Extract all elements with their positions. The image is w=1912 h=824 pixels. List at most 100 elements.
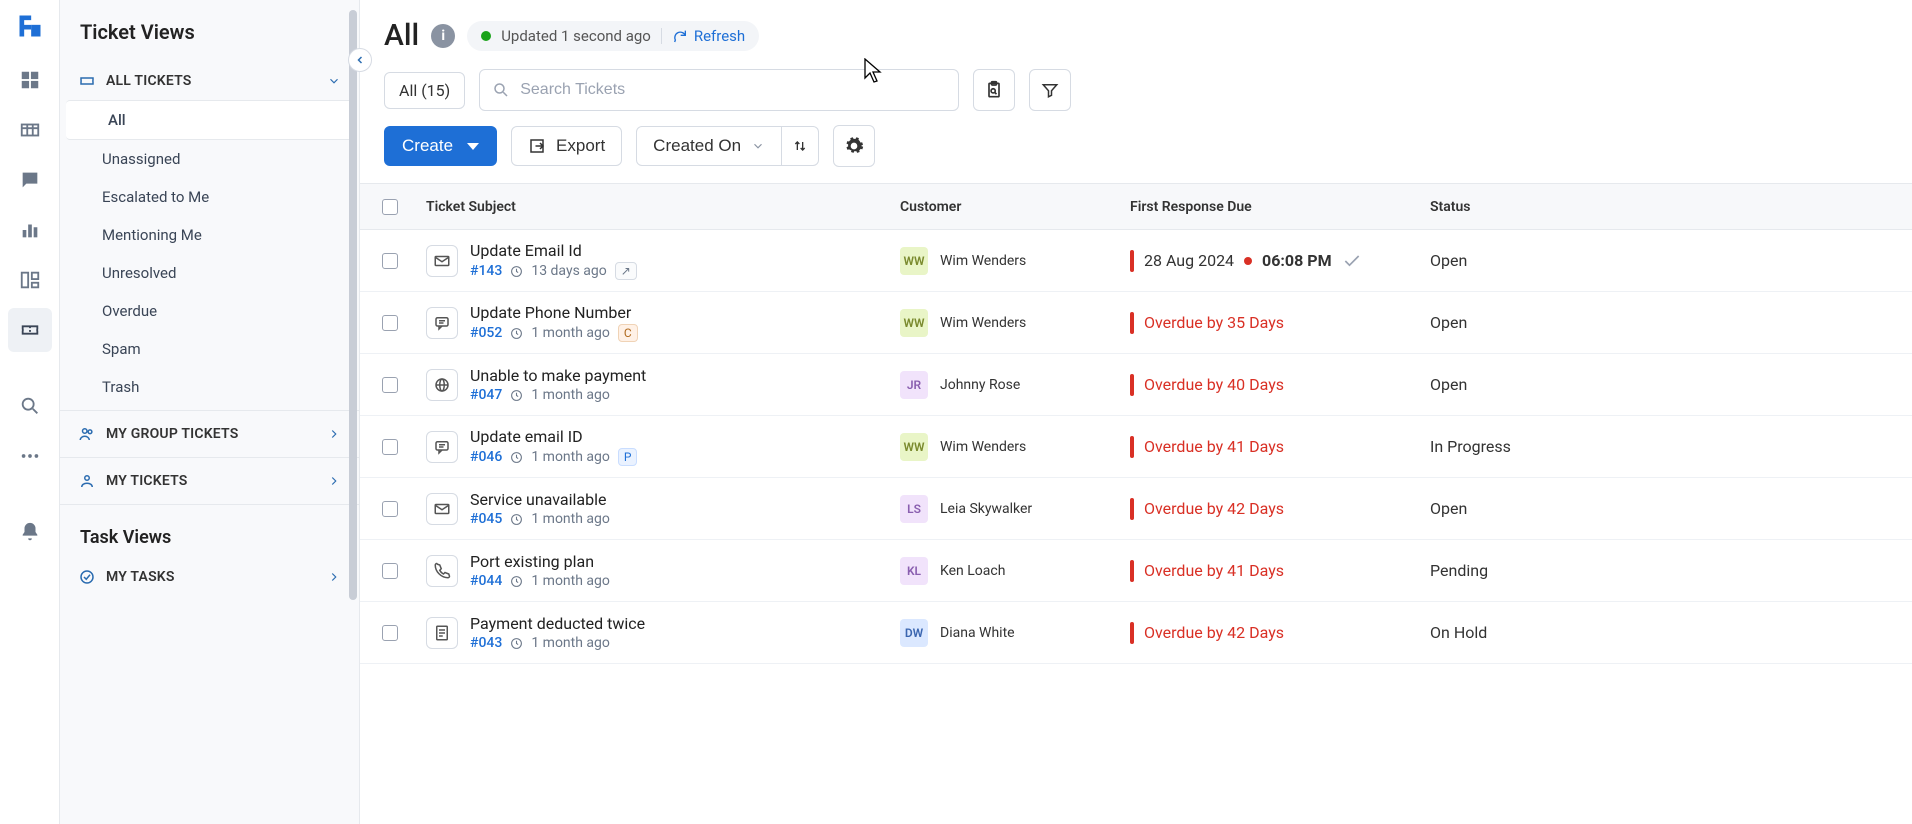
ticket-subject[interactable]: Update email ID xyxy=(470,427,637,446)
ticket-age: 1 month ago xyxy=(531,573,610,589)
filter-button[interactable] xyxy=(1029,69,1071,111)
chevron-down-icon xyxy=(327,74,341,88)
due-cell: 28 Aug 2024 06:08 PM xyxy=(1130,250,1430,272)
collapse-sidebar-button[interactable] xyxy=(348,48,372,72)
info-icon[interactable]: i xyxy=(431,24,455,48)
nav-more-icon[interactable] xyxy=(8,434,52,478)
table-row[interactable]: Service unavailable #045 1 month ago LS … xyxy=(360,478,1912,540)
due-text: Overdue by 41 Days xyxy=(1144,561,1284,580)
sidebar-item-overdue[interactable]: Overdue xyxy=(60,292,359,330)
export-icon xyxy=(528,137,546,155)
ticket-subject[interactable]: Update Email Id xyxy=(470,241,637,260)
col-customer[interactable]: Customer xyxy=(900,199,1130,215)
customer-name[interactable]: Wim Wenders xyxy=(940,439,1026,455)
nav-chat-icon[interactable] xyxy=(8,158,52,202)
customer-name[interactable]: Wim Wenders xyxy=(940,253,1026,269)
sidebar-item-unresolved[interactable]: Unresolved xyxy=(60,254,359,292)
table-row[interactable]: Port existing plan #044 1 month ago KL K… xyxy=(360,540,1912,602)
sort-direction-button[interactable] xyxy=(782,126,819,166)
sidebar-item-trash[interactable]: Trash xyxy=(60,368,359,406)
row-checkbox[interactable] xyxy=(382,315,398,331)
sidebar-item-mentioning[interactable]: Mentioning Me xyxy=(60,216,359,254)
customer-cell: WW Wim Wenders xyxy=(900,247,1130,275)
avatar: DW xyxy=(900,619,928,647)
sidebar-item-spam[interactable]: Spam xyxy=(60,330,359,368)
divider xyxy=(60,504,359,505)
due-cell: Overdue by 41 Days xyxy=(1130,436,1430,458)
col-subject[interactable]: Ticket Subject xyxy=(420,199,900,215)
nav-notifications-icon[interactable] xyxy=(8,510,52,554)
group-my-group-tickets[interactable]: MY GROUP TICKETS xyxy=(60,415,359,453)
customer-name[interactable]: Wim Wenders xyxy=(940,315,1026,331)
row-checkbox[interactable] xyxy=(382,501,398,517)
ticket-subject[interactable]: Port existing plan xyxy=(470,552,610,571)
subject-cell: Unable to make payment #047 1 month ago xyxy=(420,366,900,403)
customer-cell: LS Leia Skywalker xyxy=(900,495,1130,523)
clipboard-search-button[interactable] xyxy=(973,69,1015,111)
clock-icon xyxy=(510,451,523,464)
main-panel: All i Updated 1 second ago Refresh All (… xyxy=(360,0,1912,824)
customer-name[interactable]: Diana White xyxy=(940,625,1015,641)
settings-button[interactable] xyxy=(833,125,875,167)
nav-dashboard-icon[interactable] xyxy=(8,58,52,102)
table-row[interactable]: Payment deducted twice #043 1 month ago … xyxy=(360,602,1912,664)
status-cell: Pending xyxy=(1430,561,1590,580)
due-time: 06:08 PM xyxy=(1262,251,1332,270)
subject-cell: Update Phone Number #052 1 month ago C xyxy=(420,303,900,342)
nav-layout-icon[interactable] xyxy=(8,258,52,302)
table-row[interactable]: Update Email Id #143 13 days ago ↗ WW Wi… xyxy=(360,230,1912,292)
ticket-id[interactable]: #052 xyxy=(470,325,502,341)
sidebar-item-unassigned[interactable]: Unassigned xyxy=(60,140,359,178)
refresh-button[interactable]: Refresh xyxy=(672,27,745,45)
ticket-id[interactable]: #046 xyxy=(470,449,502,465)
ticket-id[interactable]: #143 xyxy=(470,263,502,279)
row-checkbox[interactable] xyxy=(382,377,398,393)
table-row[interactable]: Unable to make payment #047 1 month ago … xyxy=(360,354,1912,416)
due-text: Overdue by 40 Days xyxy=(1144,375,1284,394)
ticket-subject[interactable]: Unable to make payment xyxy=(470,366,646,385)
ticket-subject[interactable]: Payment deducted twice xyxy=(470,614,645,633)
table-row[interactable]: Update Phone Number #052 1 month ago C W… xyxy=(360,292,1912,354)
customer-name[interactable]: Ken Loach xyxy=(940,563,1005,579)
create-button[interactable]: Create xyxy=(384,126,497,166)
group-my-tickets[interactable]: MY TICKETS xyxy=(60,462,359,500)
sidebar-item-all[interactable]: All xyxy=(66,100,353,140)
group-my-tasks[interactable]: MY TASKS xyxy=(60,558,359,596)
row-checkbox[interactable] xyxy=(382,253,398,269)
col-status[interactable]: Status xyxy=(1430,199,1590,215)
due-cell: Overdue by 41 Days xyxy=(1130,560,1430,582)
export-button[interactable]: Export xyxy=(511,126,622,166)
nav-table-icon[interactable] xyxy=(8,108,52,152)
ticket-id[interactable]: #044 xyxy=(470,573,502,589)
ticket-id[interactable]: #045 xyxy=(470,511,502,527)
filter-chip-all[interactable]: All (15) xyxy=(384,72,465,109)
ticket-id[interactable]: #043 xyxy=(470,635,502,651)
row-checkbox[interactable] xyxy=(382,563,398,579)
col-due[interactable]: First Response Due xyxy=(1130,199,1430,215)
divider xyxy=(60,457,359,458)
customer-name[interactable]: Johnny Rose xyxy=(940,377,1020,393)
sidebar-item-escalated[interactable]: Escalated to Me xyxy=(60,178,359,216)
status-cell: Open xyxy=(1430,313,1590,332)
search-input[interactable] xyxy=(520,81,946,99)
ticket-badge: C xyxy=(618,324,638,342)
ticket-subject[interactable]: Update Phone Number xyxy=(470,303,638,322)
ticket-subject[interactable]: Service unavailable xyxy=(470,490,610,509)
nav-analytics-icon[interactable] xyxy=(8,208,52,252)
customer-cell: JR Johnny Rose xyxy=(900,371,1130,399)
ticket-id[interactable]: #047 xyxy=(470,387,502,403)
avatar: LS xyxy=(900,495,928,523)
row-checkbox[interactable] xyxy=(382,439,398,455)
select-all-checkbox[interactable] xyxy=(382,199,398,215)
nav-tickets-icon[interactable] xyxy=(8,308,52,352)
row-checkbox[interactable] xyxy=(382,625,398,641)
avatar: WW xyxy=(900,247,928,275)
subject-cell: Update email ID #046 1 month ago P xyxy=(420,427,900,466)
customer-name[interactable]: Leia Skywalker xyxy=(940,501,1032,517)
table-row[interactable]: Update email ID #046 1 month ago P WW Wi… xyxy=(360,416,1912,478)
ticket-age: 1 month ago xyxy=(531,325,610,341)
sidebar-scrollbar[interactable] xyxy=(349,10,357,600)
nav-search-icon[interactable] xyxy=(8,384,52,428)
sort-field-button[interactable]: Created On xyxy=(636,126,782,166)
group-all-tickets[interactable]: ALL TICKETS xyxy=(60,62,359,100)
